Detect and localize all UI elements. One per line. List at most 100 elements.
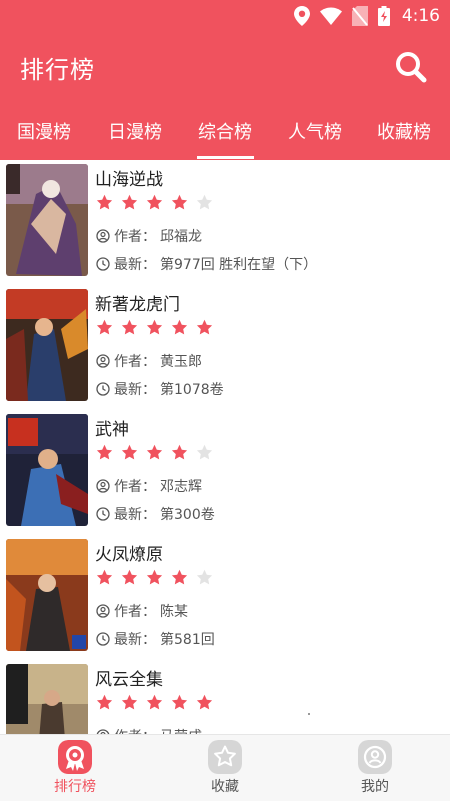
latest-label: 最新： [114, 507, 156, 523]
latest-label: 最新： [114, 382, 156, 398]
author-name: 陈某 [160, 604, 188, 620]
list-item[interactable]: 武神 作者： 邓志辉 最新： 第300卷 [0, 410, 450, 535]
star-filled-icon [171, 319, 188, 335]
status-time: 4:16 [401, 6, 440, 26]
star-filled-icon [121, 444, 138, 460]
star-filled-icon [96, 569, 113, 585]
nav-label-profile: 我的 [361, 779, 389, 795]
latest-row: 最新： 第1078卷 [96, 379, 224, 399]
author-row: 作者： 邓志辉 [96, 476, 202, 496]
nav-ranking[interactable]: 排行榜 [0, 735, 150, 801]
comic-cover [6, 164, 88, 276]
nav-label-favorites: 收藏 [211, 779, 239, 795]
comic-list: 山海逆战 作者： 邱福龙 最新： 第977回 胜利在望（下） 新著龙虎门 作者：… [0, 160, 450, 734]
rating-stars [96, 319, 213, 341]
comic-title: 新著龙虎门 [95, 295, 180, 315]
author-row: 作者： 黄玉郎 [96, 351, 202, 371]
star-filled-icon [146, 194, 163, 210]
star-filled-icon [171, 569, 188, 585]
rating-stars [96, 194, 213, 216]
author-icon [96, 604, 110, 618]
star-filled-icon [121, 569, 138, 585]
latest-row: 最新： 第300卷 [96, 504, 215, 524]
list-item[interactable]: 风云全集 作者： 马荣成 [0, 660, 450, 734]
latest-chapter: 第1078卷 [160, 382, 224, 398]
divider-dot [308, 713, 310, 715]
author-label: 作者： [114, 726, 156, 734]
star-filled-icon [196, 319, 213, 335]
author-name: 邓志辉 [160, 479, 202, 495]
rating-stars [96, 444, 213, 466]
clock-icon [96, 632, 110, 646]
tab-shoucang[interactable]: 收藏榜 [377, 118, 431, 144]
latest-label: 最新： [114, 632, 156, 648]
app-bar: 排行榜 [0, 40, 450, 94]
star-filled-icon [171, 194, 188, 210]
star-filled-icon [171, 694, 188, 710]
star-empty-icon [196, 444, 213, 460]
author-name: 马荣成 [160, 726, 202, 734]
ranking-icon [58, 740, 92, 774]
tab-zonghe[interactable]: 综合榜 [198, 118, 252, 144]
author-name: 邱福龙 [160, 229, 202, 245]
star-filled-icon [146, 444, 163, 460]
location-icon [293, 6, 310, 26]
author-label: 作者： [114, 479, 156, 495]
tab-guoman[interactable]: 国漫榜 [17, 118, 71, 144]
author-icon [96, 479, 110, 493]
nav-label-ranking: 排行榜 [54, 779, 96, 795]
star-filled-icon [96, 694, 113, 710]
page-title: 排行榜 [20, 56, 95, 84]
profile-icon [358, 740, 392, 774]
star-filled-icon [96, 444, 113, 460]
favorite-star-icon [208, 740, 242, 774]
star-empty-icon [196, 194, 213, 210]
star-filled-icon [121, 694, 138, 710]
comic-cover [6, 539, 88, 651]
list-item[interactable]: 火凤燎原 作者： 陈某 最新： 第581回 [0, 535, 450, 660]
comic-title: 火凤燎原 [95, 545, 163, 565]
battery-icon [377, 6, 390, 26]
list-item[interactable]: 新著龙虎门 作者： 黄玉郎 最新： 第1078卷 [0, 285, 450, 410]
star-filled-icon [121, 319, 138, 335]
clock-icon [96, 257, 110, 271]
latest-chapter: 第977回 胜利在望（下） [160, 257, 318, 273]
status-bar: 4:16 [0, 0, 450, 32]
comic-title: 武神 [95, 420, 129, 440]
search-button[interactable] [394, 50, 428, 84]
star-filled-icon [121, 194, 138, 210]
comic-cover [6, 664, 88, 734]
rating-stars [96, 569, 213, 591]
latest-chapter: 第300卷 [160, 507, 215, 523]
rating-stars [96, 694, 213, 716]
author-label: 作者： [114, 604, 156, 620]
comic-cover [6, 289, 88, 401]
star-filled-icon [96, 194, 113, 210]
star-filled-icon [146, 319, 163, 335]
ranking-tabs: 国漫榜 日漫榜 综合榜 人气榜 收藏榜 [0, 108, 450, 160]
star-filled-icon [96, 319, 113, 335]
latest-label: 最新： [114, 257, 156, 273]
latest-chapter: 第581回 [160, 632, 215, 648]
clock-icon [96, 507, 110, 521]
tab-renqi[interactable]: 人气榜 [288, 118, 342, 144]
latest-row: 最新： 第977回 胜利在望（下） [96, 254, 317, 274]
list-item[interactable]: 山海逆战 作者： 邱福龙 最新： 第977回 胜利在望（下） [0, 160, 450, 285]
no-sim-icon [351, 6, 368, 26]
comic-title: 风云全集 [95, 670, 163, 690]
nav-favorites[interactable]: 收藏 [150, 735, 300, 801]
wifi-icon [319, 7, 342, 25]
nav-profile[interactable]: 我的 [300, 735, 450, 801]
author-icon [96, 354, 110, 368]
bottom-nav: 排行榜 收藏 我的 [0, 734, 450, 801]
star-empty-icon [196, 569, 213, 585]
clock-icon [96, 382, 110, 396]
tab-indicator [197, 156, 254, 159]
author-label: 作者： [114, 354, 156, 370]
star-filled-icon [196, 694, 213, 710]
author-row: 作者： 陈某 [96, 601, 188, 621]
author-row: 作者： 邱福龙 [96, 226, 202, 246]
author-row: 作者： 马荣成 [96, 726, 202, 734]
tab-riman[interactable]: 日漫榜 [108, 118, 162, 144]
search-icon [396, 52, 427, 83]
